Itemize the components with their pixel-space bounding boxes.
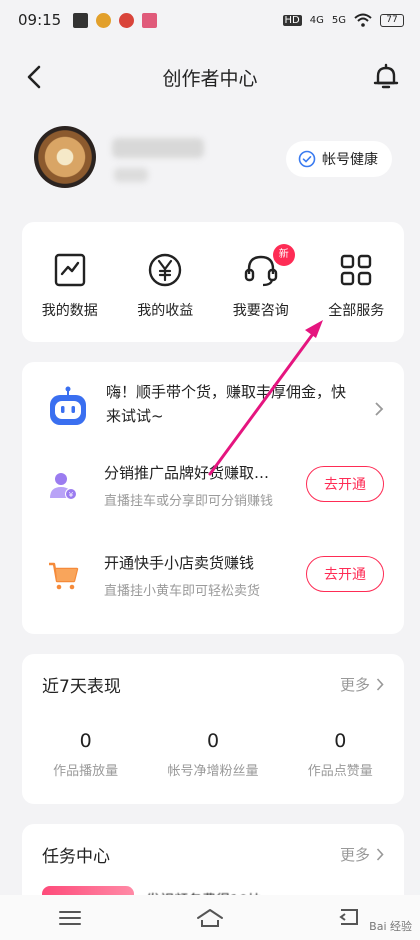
promo-item-title: 分销推广品牌好货赚取… bbox=[104, 464, 270, 482]
chevron-right-icon bbox=[376, 848, 384, 861]
stat-value: 0 bbox=[334, 730, 347, 752]
stat-value: 0 bbox=[206, 730, 220, 752]
promo-item-title: 开通快手小店卖货赚钱 bbox=[104, 554, 255, 572]
blurred-username bbox=[112, 138, 204, 158]
shopping-cart-icon bbox=[49, 562, 79, 590]
performance-header: 近7天表现 更多 bbox=[42, 672, 384, 697]
stat-label: 作品播放量 bbox=[53, 764, 119, 779]
promo-item-shop: 开通快手小店卖货赚钱 直播挂小黄车即可轻松卖货 去开通 bbox=[46, 550, 384, 606]
account-health-button[interactable]: 帐号健康 bbox=[286, 141, 392, 177]
performance-card: 近7天表现 更多 0 作品播放量 0 帐号净增粉丝量 0 作品点赞量 bbox=[22, 654, 404, 804]
chevron-right-icon bbox=[375, 402, 384, 416]
task-center-title: 任务中心 bbox=[42, 847, 110, 867]
weibo-icon-2 bbox=[119, 12, 135, 28]
status-bar: 09:15 HD 4G 5G 77 bbox=[0, 0, 420, 40]
performance-more-link[interactable]: 更多 bbox=[340, 674, 384, 695]
person-coin-icon: ¥ bbox=[50, 473, 77, 500]
status-right: HD 4G 5G 77 bbox=[282, 13, 404, 27]
check-circle-icon bbox=[298, 150, 316, 168]
service-consult[interactable]: 新 我要咨询 bbox=[218, 244, 304, 342]
task-center-more-link[interactable]: 更多 bbox=[340, 844, 384, 865]
task-center-header: 任务中心 更多 bbox=[42, 842, 384, 867]
promo-banner[interactable]: 嗨！顺手带个货，赚取丰厚佣金，快来试试~ bbox=[46, 380, 384, 436]
profile-header: 帐号健康 bbox=[34, 126, 394, 192]
service-all-services[interactable]: 全部服务 bbox=[313, 250, 399, 342]
back-nav-icon[interactable] bbox=[335, 906, 365, 930]
signal-5g-label: 5G bbox=[331, 14, 346, 26]
weibo-icon bbox=[96, 12, 112, 28]
chart-icon bbox=[54, 253, 85, 287]
stat-net-followers[interactable]: 0 帐号净增粉丝量 bbox=[153, 730, 273, 779]
page-title: 创作者中心 bbox=[162, 67, 258, 90]
stat-likes[interactable]: 0 作品点赞量 bbox=[280, 730, 400, 779]
service-my-earnings[interactable]: 我的收益 bbox=[122, 250, 208, 342]
service-label: 全部服务 bbox=[328, 303, 385, 319]
services-card: 我的数据 我的收益 新 我要咨询 全部服务 bbox=[22, 222, 404, 342]
avatar[interactable] bbox=[34, 126, 96, 188]
promo-card: 嗨！顺手带个货，赚取丰厚佣金，快来试试~ ¥ 分销推广品牌好货赚取… 直播挂车或… bbox=[22, 362, 404, 634]
robot-icon bbox=[50, 386, 86, 425]
battery-icon: 77 bbox=[380, 13, 404, 27]
performance-title: 近7天表现 bbox=[42, 677, 121, 697]
performance-stats: 0 作品播放量 0 帐号净增粉丝量 0 作品点赞量 bbox=[22, 730, 404, 779]
service-label: 我的数据 bbox=[41, 303, 98, 319]
stat-value: 0 bbox=[79, 730, 92, 752]
account-health-label: 帐号健康 bbox=[322, 152, 378, 168]
home-icon[interactable] bbox=[195, 906, 225, 930]
svg-text:¥: ¥ bbox=[69, 491, 74, 499]
service-my-data[interactable]: 我的数据 bbox=[27, 250, 113, 342]
more-label: 更多 bbox=[339, 676, 370, 694]
activate-button[interactable]: 去开通 bbox=[306, 556, 384, 592]
grid-icon bbox=[341, 254, 372, 286]
status-left: 09:15 bbox=[18, 11, 158, 29]
yuan-icon bbox=[149, 253, 182, 287]
service-label: 我的收益 bbox=[137, 303, 194, 319]
back-arrow-icon[interactable] bbox=[22, 64, 48, 90]
message-icon bbox=[142, 12, 158, 28]
signal-4g-label: 4G bbox=[309, 14, 324, 26]
stat-label: 帐号净增粉丝量 bbox=[167, 764, 259, 779]
app-notification-icon bbox=[73, 12, 89, 28]
new-badge: 新 bbox=[272, 244, 295, 266]
bell-icon[interactable] bbox=[372, 63, 400, 91]
nav-bar: 创作者中心 bbox=[0, 52, 420, 102]
status-time: 09:15 bbox=[18, 11, 62, 29]
service-label: 我要咨询 bbox=[232, 303, 289, 319]
activate-button[interactable]: 去开通 bbox=[306, 466, 384, 502]
blurred-user-id bbox=[114, 168, 148, 182]
hd-label: HD bbox=[282, 14, 302, 26]
stat-play-count[interactable]: 0 作品播放量 bbox=[26, 730, 146, 779]
chevron-right-icon bbox=[376, 678, 384, 691]
menu-icon[interactable] bbox=[55, 906, 85, 930]
promo-item-distribution: ¥ 分销推广品牌好货赚取… 直播挂车或分享即可分销赚钱 去开通 bbox=[46, 460, 384, 516]
wifi-icon bbox=[354, 13, 372, 27]
more-label: 更多 bbox=[339, 846, 370, 864]
promo-item-subtitle: 直播挂小黄车即可轻松卖货 bbox=[104, 584, 261, 599]
system-nav-bar bbox=[0, 895, 420, 940]
promo-headline: 嗨！顺手带个货，赚取丰厚佣金，快来试试~ bbox=[106, 383, 347, 425]
watermark: Bai 经验 bbox=[369, 920, 412, 933]
promo-item-subtitle: 直播挂车或分享即可分销赚钱 bbox=[104, 494, 274, 509]
stat-label: 作品点赞量 bbox=[307, 764, 373, 779]
